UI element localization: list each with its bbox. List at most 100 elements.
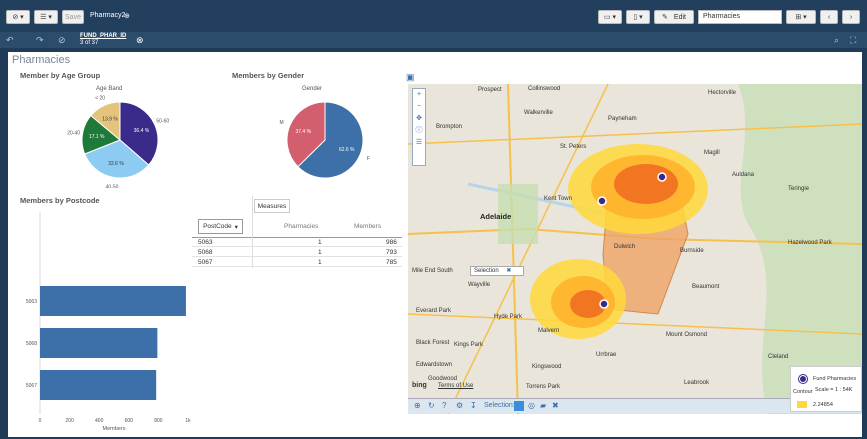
search-icon[interactable]: ⌕: [834, 35, 846, 45]
selection-chip[interactable]: FUND_PHAR_ID 3 of 37: [80, 33, 126, 47]
select-circle-icon[interactable]: ◎: [528, 401, 535, 410]
app-toolbar: ⊘ ▾ ☰ ▾ Save Pharmacy2 ⊕ ▭ ▾ ▯ ▾ ✎ Edit …: [0, 0, 867, 32]
clear-selection-icon[interactable]: ⊗: [136, 35, 148, 45]
gender-pie-chart[interactable]: 62.6 % F 37.4 % M: [270, 92, 380, 188]
map-label: Torrens Park: [526, 384, 561, 390]
postcode-bar[interactable]: [40, 370, 157, 400]
cell-pharmacies: 1: [318, 259, 322, 266]
gender-category-label: M: [280, 120, 284, 126]
cell-pharmacies: 1: [318, 239, 322, 246]
legend-contour: Contour: [793, 389, 813, 395]
heat-contour: [614, 164, 678, 204]
map-label: Kent Town: [544, 196, 572, 202]
select-polygon-icon[interactable]: ▰: [540, 401, 546, 410]
gender-category-label: F: [367, 156, 370, 162]
map-label: Adelaide: [480, 212, 512, 221]
map-label: Hazelwood Park: [788, 240, 832, 246]
select-rect-icon[interactable]: [514, 401, 524, 411]
map-label: Urrbrae: [596, 352, 617, 358]
header-divider: [192, 237, 402, 238]
compass-icon: ⊘ ▾: [12, 14, 24, 21]
pharmacy-marker[interactable]: [657, 172, 667, 182]
present-button[interactable]: ▭ ▾: [598, 10, 622, 24]
postcode-bar[interactable]: [40, 286, 186, 316]
map-label: Kingswood: [532, 364, 562, 370]
sheet-select[interactable]: Pharmacies: [698, 10, 782, 24]
map-tool-icon[interactable]: ⊕: [414, 401, 421, 410]
previous-sheet-button[interactable]: ‹: [820, 10, 838, 24]
map-label: Mount Osmond: [666, 332, 708, 338]
table-row[interactable]: 5067 1 785: [192, 259, 402, 267]
age-slice-label: 17.1 %: [89, 134, 105, 140]
fullscreen-icon[interactable]: ⛶: [850, 35, 862, 45]
age-slice-label: 32.6 %: [108, 161, 124, 167]
map-tool-icon[interactable]: ⚙: [456, 401, 463, 410]
save-button[interactable]: Save: [62, 10, 84, 24]
table-row[interactable]: 5068 1 793: [192, 249, 402, 257]
age-chart-title: Member by Age Group: [20, 71, 101, 80]
postcode-dimension-button[interactable]: PostCode ▾: [198, 219, 243, 234]
close-icon[interactable]: ✖: [506, 268, 511, 274]
map-tool-icon[interactable]: ↧: [470, 401, 477, 410]
column-header-members[interactable]: Members: [354, 223, 381, 230]
chevron-left-icon: ‹: [827, 13, 831, 21]
postcode-label: PostCode: [203, 223, 232, 230]
sheets-button[interactable]: ⊞ ▾: [786, 10, 816, 24]
x-tick-label: 800: [154, 418, 163, 424]
step-forward-icon[interactable]: ↷: [36, 35, 48, 45]
navigation-menu-button[interactable]: ⊘ ▾: [6, 10, 30, 24]
step-back-icon[interactable]: ↶: [6, 35, 18, 45]
edit-button[interactable]: ✎ Edit: [654, 10, 694, 24]
cell-postcode: 5068: [198, 249, 213, 256]
app-name: Pharmacy2: [90, 12, 126, 19]
map-label: Beaumont: [692, 284, 720, 290]
info-icon[interactable]: ⓘ: [413, 125, 425, 137]
bookmark-icon: ▯ ▾: [633, 14, 643, 21]
legend-pharmacy-icon: [799, 375, 807, 383]
pharmacy-marker[interactable]: [599, 299, 609, 309]
map-tool-icon[interactable]: ?: [442, 401, 446, 410]
screen-icon: ▭ ▾: [603, 14, 617, 21]
bookmark-button[interactable]: ▯ ▾: [626, 10, 650, 24]
y-tick-label: 5067: [26, 383, 37, 389]
map-label: Prospect: [478, 87, 502, 93]
selection-count: 3 of 37: [80, 40, 99, 46]
layers-icon[interactable]: ☰: [413, 137, 425, 149]
select-clear-icon[interactable]: ✖: [552, 401, 559, 410]
map-label: Teringie: [788, 186, 810, 192]
selection-mode-label: Selection:: [484, 402, 515, 409]
map-tool-icon[interactable]: ↻: [428, 401, 435, 410]
next-sheet-button[interactable]: ›: [842, 10, 860, 24]
map-view[interactable]: Prospect Collinswood Walkerville Hectorv…: [408, 84, 862, 414]
age-slice-label: 13.9 %: [102, 117, 118, 123]
map-label: Wayville: [468, 282, 491, 288]
legend-scale: Scale = 1 : 54K: [815, 387, 853, 393]
measures-header[interactable]: Measures: [254, 199, 290, 213]
map-legend: Fund Pharmacies Contour Scale = 1 : 54K …: [790, 366, 862, 412]
zoom-in-icon[interactable]: +: [413, 89, 425, 101]
map-label: Black Forest: [416, 340, 450, 346]
table-row[interactable]: 5063 1 986: [192, 239, 402, 247]
selection-tooltip[interactable]: Selection ✖: [470, 266, 524, 276]
column-header-pharmacies[interactable]: Pharmacies: [284, 223, 318, 230]
clear-all-icon[interactable]: ⊘: [58, 35, 70, 45]
terms-link[interactable]: Terms of Use: [438, 383, 473, 389]
map-label: Hyde Park: [494, 314, 523, 320]
map-label: Cleland: [768, 354, 789, 360]
age-pie-chart[interactable]: 36.4 % 50-60 32.6 % 40-50 17.1 % 20-40 13.9 % <…: [60, 92, 180, 188]
map-label: Magill: [704, 150, 720, 156]
map-label: Malvern: [538, 328, 560, 334]
gender-chart-title: Members by Gender: [232, 71, 305, 80]
menu-button[interactable]: ☰ ▾: [34, 10, 58, 24]
age-slice-label: 36.4 %: [134, 128, 150, 134]
postcode-bar-chart[interactable]: 5063 5068 5067 0 200 400 600 800 1k Members: [20, 206, 195, 434]
x-tick-label: 400: [95, 418, 104, 424]
postcode-bar[interactable]: [40, 328, 158, 358]
age-category-label: < 20: [95, 95, 105, 101]
cell-pharmacies: 1: [318, 249, 322, 256]
pharmacy-marker[interactable]: [597, 196, 607, 206]
pan-icon[interactable]: ✥: [413, 113, 425, 125]
legend-value: 2.24854: [813, 402, 833, 408]
cell-members: 793: [386, 249, 397, 256]
zoom-out-icon[interactable]: −: [413, 101, 425, 113]
